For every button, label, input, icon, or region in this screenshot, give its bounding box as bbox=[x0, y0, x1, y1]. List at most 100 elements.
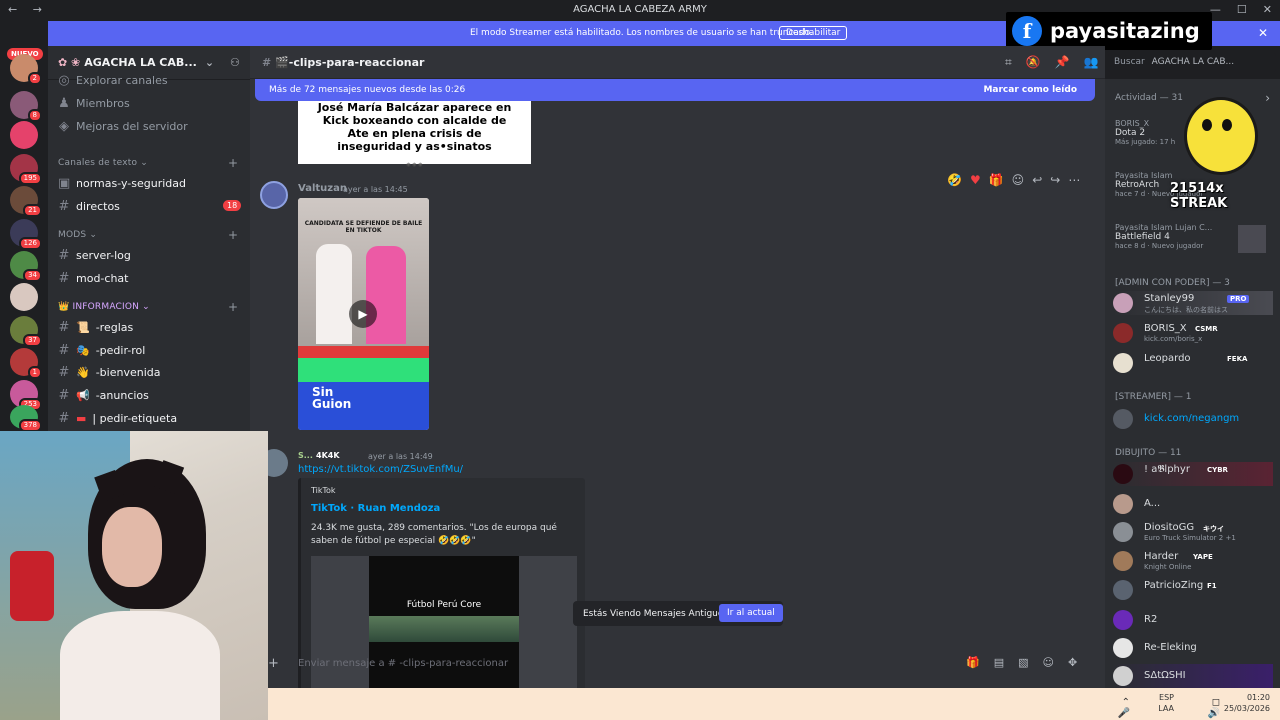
server-icon[interactable]: 21 bbox=[10, 186, 42, 217]
forward-icon[interactable]: ↪ bbox=[1050, 173, 1060, 187]
member-row[interactable]: DiositoGG キウイ Euro Truck Simulator 2 +1 bbox=[1113, 520, 1273, 544]
channel-anuncios[interactable]: # 📢 -anuncios bbox=[58, 388, 149, 403]
avatar bbox=[1113, 494, 1133, 514]
activity-card[interactable]: Payasita Islam Lujan C... Battlefield 4 … bbox=[1115, 223, 1212, 250]
lang-indicator[interactable]: ESP LAA bbox=[1158, 692, 1174, 714]
close-banner-icon[interactable]: ✕ bbox=[1258, 26, 1268, 40]
laugh-reaction-icon[interactable]: 🤣 bbox=[947, 173, 962, 187]
add-channel-icon[interactable]: + bbox=[228, 300, 238, 314]
add-channel-icon[interactable]: + bbox=[228, 228, 238, 242]
server-icon[interactable]: 37 bbox=[10, 316, 42, 347]
gift-icon[interactable]: 🎁 bbox=[966, 656, 994, 669]
channel-pedir-etiqueta[interactable]: # ▬ | pedir-etiqueta bbox=[58, 411, 178, 426]
server-icon[interactable]: 8 bbox=[10, 91, 42, 122]
pin-icon[interactable]: 📌 bbox=[1055, 55, 1070, 70]
message-composer[interactable]: + Enviar mensaje a # -clips-para-reaccio… bbox=[268, 651, 1096, 675]
member-row[interactable]: Leopardo FEKA bbox=[1113, 351, 1273, 375]
member-row[interactable]: Harder YAPE Knight Online bbox=[1113, 549, 1273, 573]
mute-icon[interactable]: 🔕 bbox=[1026, 55, 1041, 70]
server-icon[interactable] bbox=[10, 121, 38, 149]
person-shape bbox=[366, 246, 406, 344]
member-row[interactable]: Re-Eleking bbox=[1113, 636, 1273, 660]
server-icon[interactable]: 253 bbox=[10, 380, 42, 411]
channel-mod-chat[interactable]: # mod-chat bbox=[58, 271, 129, 286]
clock[interactable]: 01:20 25/03/2026 bbox=[1224, 693, 1270, 713]
search-input[interactable]: Buscar AGACHA LA CAB... bbox=[1108, 53, 1276, 72]
server-icon[interactable]: 2 bbox=[10, 54, 42, 85]
server-rail: NUEVO 2 8 195 21 126 34 37 1 253 378 bbox=[0, 21, 48, 432]
avatar[interactable] bbox=[260, 181, 288, 209]
avatar bbox=[1113, 522, 1133, 542]
sticker-icon[interactable]: ▧ bbox=[1018, 656, 1042, 669]
server-icon[interactable]: 1 bbox=[10, 348, 42, 379]
member-row[interactable]: SΔtΩSHI bbox=[1113, 664, 1273, 688]
category-informacion[interactable]: 👑 INFORMACION ⌄ bbox=[58, 302, 150, 312]
member-row[interactable]: kick.com/negangm bbox=[1113, 407, 1273, 431]
category-mods[interactable]: MODS ⌄ bbox=[58, 230, 97, 240]
new-messages-bar[interactable]: Más de 72 mensajes nuevos desde las 0:26… bbox=[255, 79, 1095, 101]
channel-normas[interactable]: ▣ normas-y-seguridad bbox=[58, 176, 186, 191]
mark-read-button[interactable]: Marcar como leído bbox=[983, 85, 1077, 95]
composer-input[interactable]: Enviar mensaje a # -clips-para-reacciona… bbox=[298, 658, 508, 669]
add-reaction-icon[interactable]: ☺ bbox=[1012, 173, 1025, 187]
server-icon[interactable]: 195 bbox=[10, 154, 42, 185]
sidebar-item-explore[interactable]: ◎ Explorar canales bbox=[58, 73, 167, 88]
channel-server-log[interactable]: # server-log bbox=[58, 248, 131, 263]
hash-icon: # bbox=[58, 248, 70, 263]
window-controls[interactable]: — ☐ ✕ bbox=[1210, 3, 1272, 16]
activity-card[interactable]: BORIS_X Dota 2 Más jugado: 17 h bbox=[1115, 119, 1175, 146]
add-user-icon[interactable]: ⚇ bbox=[230, 56, 240, 69]
member-row[interactable]: A... bbox=[1113, 492, 1273, 516]
server-icon[interactable]: 378 bbox=[10, 405, 42, 432]
play-icon[interactable]: ▶ bbox=[349, 300, 377, 328]
sticker-icon[interactable]: 🎁 bbox=[989, 173, 1004, 187]
jump-present-button[interactable]: Ir al actual bbox=[719, 604, 783, 622]
category-text-channels[interactable]: Canales de texto ⌄ bbox=[58, 158, 148, 168]
hash-icon: # bbox=[58, 388, 70, 403]
members-toggle-icon[interactable]: 👥 bbox=[1084, 55, 1099, 70]
embed-description: 24.3K me gusta, 289 comentarios. "Los de… bbox=[311, 523, 557, 546]
maximize-icon[interactable]: ☐ bbox=[1237, 3, 1247, 16]
more-icon[interactable]: ⋯ bbox=[1068, 173, 1080, 187]
channel-bienvenida[interactable]: # 👋 -bienvenida bbox=[58, 365, 161, 380]
member-row[interactable]: BORIS_X CSMR kick.com/boris_x bbox=[1113, 321, 1273, 345]
streak-text: 21514x STREAK bbox=[1170, 181, 1228, 211]
gif-icon[interactable]: ▤ bbox=[994, 656, 1018, 669]
rules-icon: ▣ bbox=[58, 176, 71, 191]
reply-icon[interactable]: ↩ bbox=[1032, 173, 1042, 187]
boost-icon: ◈ bbox=[59, 119, 69, 134]
member-row[interactable]: PatricioZing F1 bbox=[1113, 578, 1273, 602]
group-header: [ADMIN CON PODER] — 3 bbox=[1115, 278, 1230, 288]
attach-icon[interactable]: + bbox=[268, 656, 279, 671]
news-image[interactable]: José María Balcázar aparece en Kick boxe… bbox=[298, 101, 531, 168]
network-icon[interactable]: ◻ 🔊 bbox=[1208, 697, 1220, 719]
close-icon[interactable]: ✕ bbox=[1263, 3, 1272, 16]
disable-streamer-button[interactable]: Deshabilitar bbox=[779, 26, 848, 40]
sidebar-item-members[interactable]: ♟ Miembros bbox=[58, 96, 130, 111]
channel-pedir-rol[interactable]: # 🎭 -pedir-rol bbox=[58, 343, 146, 358]
username[interactable]: Valtuzan bbox=[298, 183, 347, 194]
server-icon[interactable]: 126 bbox=[10, 219, 42, 250]
embed-title[interactable]: TikTok · Ruan Mendoza bbox=[311, 503, 440, 514]
channel-directos[interactable]: # directos bbox=[58, 199, 120, 214]
member-row[interactable]: Stanley99 PRO こんにちは、私の名前はス bbox=[1113, 291, 1273, 315]
hash-icon: # bbox=[58, 271, 70, 286]
megaphone-icon: 📢 bbox=[76, 389, 90, 402]
member-row[interactable]: R2 bbox=[1113, 608, 1273, 632]
header-icons: ⌗ 🔕 📌 👥 bbox=[1005, 55, 1099, 70]
member-row[interactable]: ! a𝕭lphyr CYBR bbox=[1113, 462, 1273, 486]
sidebar-item-boosts[interactable]: ◈ Mejoras del servidor bbox=[58, 119, 188, 134]
video-attachment[interactable]: CANDIDATA SE DEFIENDE DE BAILE EN TIKTOK… bbox=[298, 198, 429, 430]
server-icon[interactable] bbox=[10, 283, 38, 311]
username[interactable]: S... bbox=[298, 451, 313, 460]
channel-reglas[interactable]: # 📜 -reglas bbox=[58, 320, 134, 335]
server-icon[interactable]: 34 bbox=[10, 251, 42, 282]
add-channel-icon[interactable]: + bbox=[228, 156, 238, 170]
emoji-icon[interactable]: ☺ bbox=[1043, 656, 1068, 669]
heart-reaction-icon[interactable]: ♥ bbox=[970, 173, 981, 187]
tiktok-link[interactable]: https://vt.tiktok.com/ZSuvEnfMu/ bbox=[298, 464, 463, 475]
apps-icon[interactable]: ✥ bbox=[1068, 656, 1091, 669]
threads-icon[interactable]: ⌗ bbox=[1005, 55, 1012, 70]
tray-icons[interactable]: ⌃ 🎤 bbox=[1118, 697, 1130, 719]
avatar bbox=[1113, 551, 1133, 571]
